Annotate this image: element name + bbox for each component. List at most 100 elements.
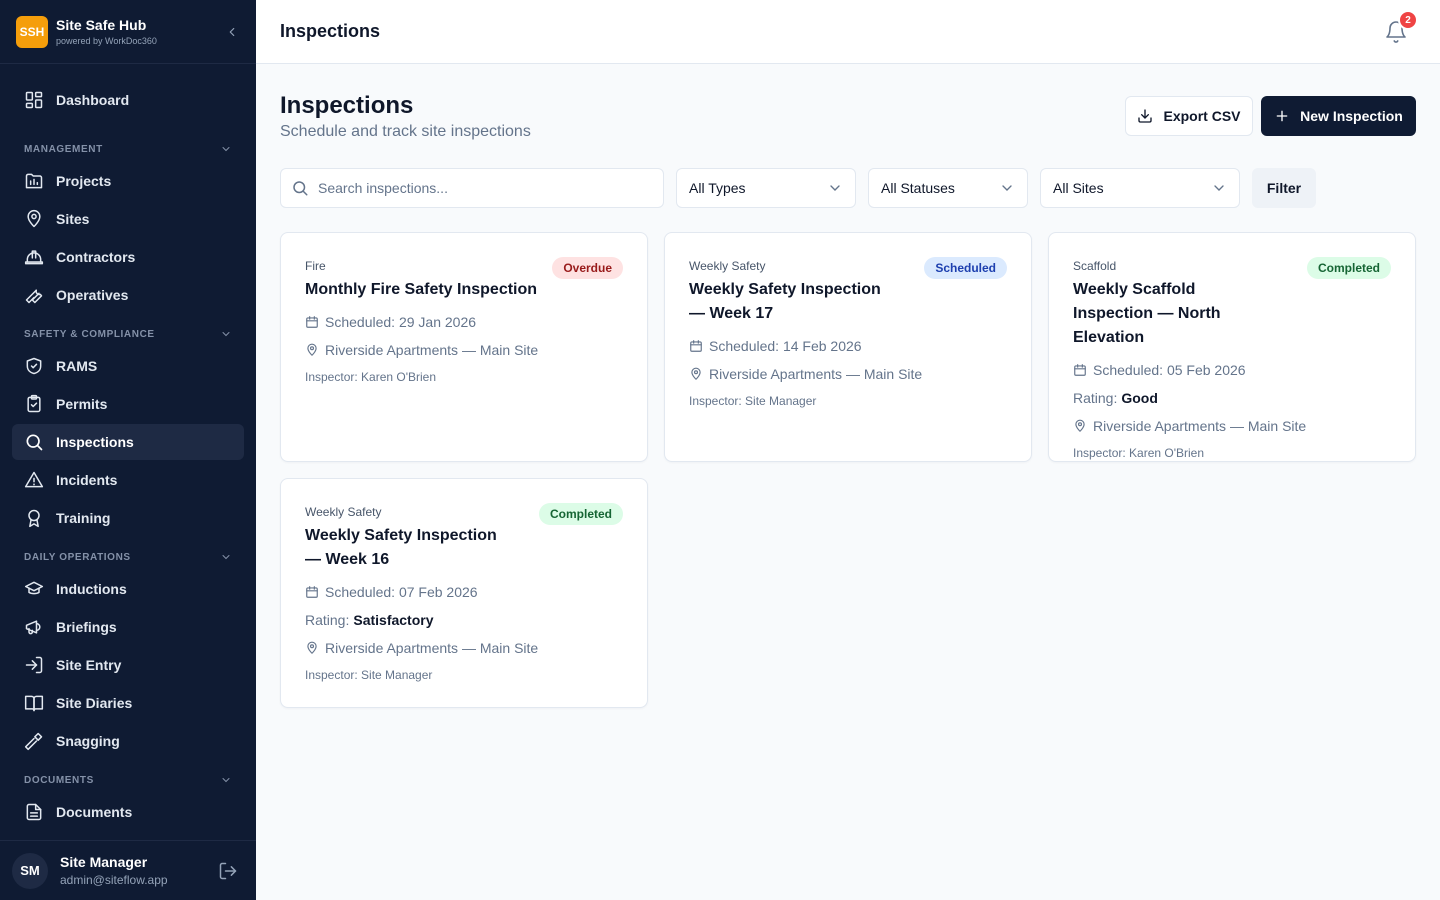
chevron-down-icon — [1002, 185, 1012, 191]
brand[interactable]: SSH Site Safe Hub powered by WorkDoc360 — [0, 0, 256, 64]
inspection-card[interactable]: Weekly Safety Weekly Safety Inspection —… — [664, 232, 1032, 462]
user-name: Site Manager — [60, 854, 148, 870]
chevron-down-icon — [222, 147, 230, 152]
file-text-icon — [26, 803, 42, 821]
section-management[interactable]: MANAGEMENT — [24, 142, 232, 156]
sidebar-item-label: Permits — [56, 396, 108, 412]
page-subtitle: Schedule and track site inspections — [280, 123, 531, 140]
top-bar: Inspections 2 — [256, 0, 1440, 64]
sidebar-item-briefings[interactable]: Briefings — [12, 609, 244, 645]
inspection-card[interactable]: Weekly Safety Weekly Safety Inspection —… — [280, 478, 648, 708]
location-text: Riverside Apartments — Main Site — [325, 640, 539, 656]
sidebar-item-sites[interactable]: Sites — [12, 201, 244, 237]
brand-tagline: powered by WorkDoc360 — [56, 35, 157, 46]
sidebar-item-label: Snagging — [56, 733, 120, 749]
megaphone-icon — [25, 620, 41, 635]
status-select[interactable]: All Statuses — [868, 168, 1028, 208]
scheduled-text: Scheduled: 05 Feb 2026 — [1093, 362, 1246, 378]
location-text: Riverside Apartments — Main Site — [709, 366, 923, 382]
inspector: Inspector: Karen O'Brien — [1073, 446, 1205, 460]
scheduled-date: Scheduled: 29 Jan 2026 — [305, 308, 623, 336]
clipboard-check-icon — [27, 394, 41, 413]
sidebar-item-label: Contractors — [56, 249, 136, 265]
scheduled-date: Scheduled: 07 Feb 2026 — [305, 578, 623, 606]
status-badge: Completed — [1306, 257, 1391, 279]
search-input[interactable] — [318, 180, 648, 196]
log-in-icon — [25, 656, 43, 674]
download-icon — [1138, 109, 1153, 123]
sidebar-item-label: Training — [56, 510, 111, 526]
sidebar-item-contractors[interactable]: Contractors — [12, 239, 244, 275]
map-pin-icon — [27, 209, 41, 228]
chevron-down-icon — [222, 778, 230, 783]
sidebar-item-inductions[interactable]: Inductions — [12, 571, 244, 607]
scheduled-text: Scheduled: 29 Jan 2026 — [325, 314, 477, 330]
location-text: Riverside Apartments — Main Site — [1093, 418, 1307, 434]
sidebar: SSH Site Safe Hub powered by WorkDoc360 … — [0, 0, 256, 900]
sidebar-item-training[interactable]: Training — [12, 500, 244, 536]
sidebar-item-incidents[interactable]: Incidents — [12, 462, 244, 498]
export-csv-label: Export CSV — [1163, 108, 1241, 124]
sidebar-item-site-diaries[interactable]: Site Diaries — [12, 685, 244, 721]
rating-value: Satisfactory — [353, 612, 434, 628]
search-box[interactable] — [280, 168, 664, 208]
status-badge: Completed — [538, 503, 623, 525]
inspector: Inspector: Karen O'Brien — [305, 370, 437, 384]
location: Riverside Apartments — Main Site — [689, 360, 1007, 388]
sidebar-item-label: Incidents — [56, 472, 118, 488]
header-title: Inspections — [280, 21, 381, 41]
user-email: admin@siteflow.app — [60, 873, 168, 887]
sidebar-item-projects[interactable]: Projects — [12, 163, 244, 199]
rating-label: Rating: — [305, 612, 350, 628]
hammer-icon — [24, 732, 43, 751]
rating-value: Good — [1121, 390, 1158, 406]
notification-badge: 2 — [1398, 10, 1418, 30]
section-daily-operations[interactable]: DAILY OPERATIONS — [24, 550, 232, 564]
filter-button[interactable]: Filter — [1252, 168, 1316, 208]
inspection-card[interactable]: Fire Monthly Fire Safety Inspection Over… — [280, 232, 648, 462]
avatar: SM — [12, 852, 48, 889]
map-pin-icon — [307, 641, 317, 654]
status-select-value: All Statuses — [881, 180, 955, 196]
export-csv-button[interactable]: Export CSV — [1125, 96, 1253, 136]
sidebar-item-inspections[interactable]: Inspections — [12, 424, 244, 460]
sidebar-item-operatives[interactable]: Operatives — [12, 277, 244, 313]
status-badge: Overdue — [552, 257, 623, 279]
calendar-icon — [306, 316, 318, 328]
sidebar-item-rams[interactable]: RAMS — [12, 348, 244, 384]
chevron-down-icon — [1214, 185, 1224, 191]
inspection-card[interactable]: Scaffold Weekly Scaffold Inspection — No… — [1048, 232, 1416, 462]
rating-label: Rating: — [1073, 390, 1118, 406]
type-select[interactable]: All Types — [676, 168, 856, 208]
location: Riverside Apartments — Main Site — [305, 336, 623, 364]
sidebar-item-documents[interactable]: Documents — [12, 794, 244, 830]
inspection-title: Weekly Scaffold Inspection — North Eleva… — [1073, 281, 1221, 346]
sidebar-item-label: Site Entry — [56, 657, 122, 673]
graduation-cap-icon — [24, 581, 44, 595]
user-profile[interactable]: SM Site Manager admin@siteflow.app — [0, 840, 256, 900]
location: Riverside Apartments — Main Site — [305, 634, 623, 662]
book-open-icon — [24, 695, 44, 712]
sidebar-item-site-entry[interactable]: Site Entry — [12, 647, 244, 683]
scheduled-date: Scheduled: 14 Feb 2026 — [689, 332, 1007, 360]
map-pin-icon — [307, 343, 317, 356]
section-documents[interactable]: DOCUMENTS — [24, 773, 232, 787]
calendar-icon — [306, 586, 318, 598]
new-inspection-button[interactable]: New Inspection — [1261, 96, 1416, 136]
sidebar-item-label: Dashboard — [56, 92, 130, 108]
logout-icon[interactable] — [218, 861, 238, 881]
scheduled-text: Scheduled: 14 Feb 2026 — [709, 338, 862, 354]
plus-icon — [1276, 110, 1288, 122]
section-safety[interactable]: SAFETY & COMPLIANCE — [24, 327, 232, 341]
sidebar-item-dashboard[interactable]: Dashboard — [12, 82, 244, 118]
sidebar-item-permits[interactable]: Permits — [12, 386, 244, 422]
sidebar-item-label: Sites — [56, 211, 90, 227]
sidebar-item-snagging[interactable]: Snagging — [12, 723, 244, 759]
status-badge: Scheduled — [924, 257, 1007, 279]
site-select[interactable]: All Sites — [1040, 168, 1240, 208]
alert-triangle-icon — [24, 471, 44, 488]
sidebar-item-label: RAMS — [56, 358, 98, 374]
collapse-sidebar-icon[interactable] — [224, 22, 240, 42]
brand-name: Site Safe Hub — [56, 16, 147, 33]
sidebar-item-label: Inspections — [56, 434, 134, 450]
